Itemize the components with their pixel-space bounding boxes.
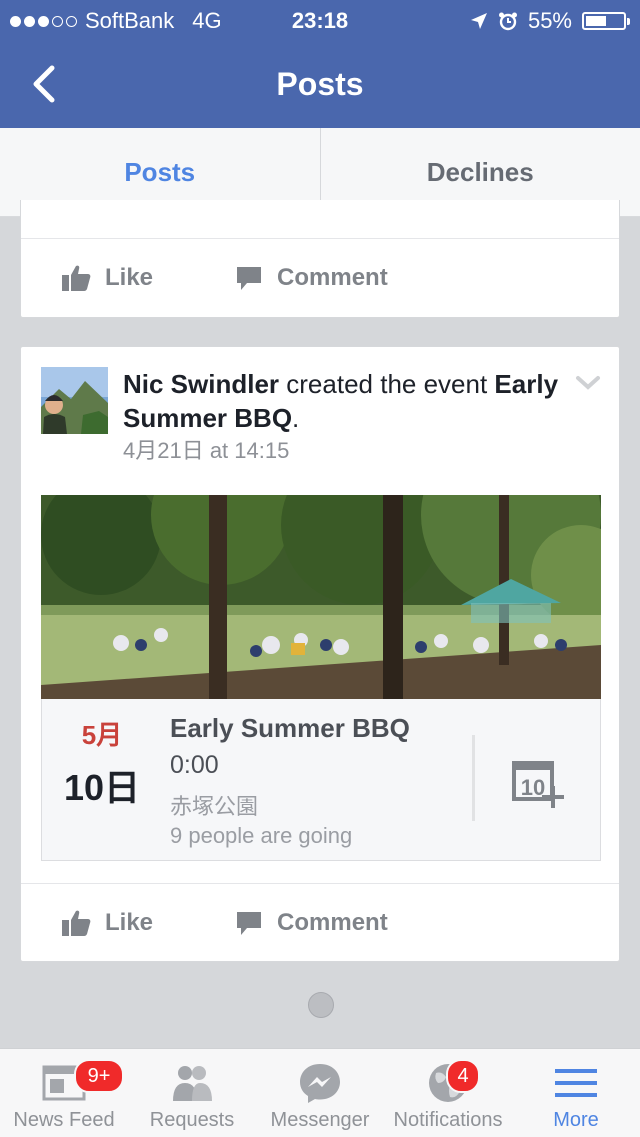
comment-label: Comment [277, 264, 388, 292]
tab-more[interactable]: More [512, 1049, 640, 1137]
chevron-down-icon[interactable] [575, 373, 601, 393]
tab-label: Messenger [271, 1109, 370, 1132]
tab-news-feed[interactable]: 9+ News Feed [0, 1049, 128, 1137]
bottom-tab-bar: 9+ News Feed Requests Messenger 4 Notifi… [0, 1048, 640, 1137]
battery-icon [582, 12, 626, 30]
post-verb: created the event [279, 369, 494, 399]
friend-requests-icon [170, 1061, 214, 1105]
news-feed-badge: 9+ [74, 1059, 124, 1093]
event-info-box[interactable]: 5月 10日 Early Summer BBQ 0:00 赤塚公園 9 peop… [41, 699, 601, 861]
like-button[interactable]: Like [61, 264, 153, 292]
comment-icon [235, 909, 263, 937]
like-label: Like [105, 909, 153, 937]
comment-label: Comment [277, 909, 388, 937]
profile-photo [41, 367, 108, 434]
post-card-previous: Like Comment [20, 200, 620, 318]
post-card-event: Nic Swindler created the event Early Sum… [20, 346, 620, 962]
park-bbq-photo [41, 495, 601, 699]
tab-notifications[interactable]: 4 Notifications [384, 1049, 512, 1137]
post-period: . [292, 403, 299, 433]
post-story: Nic Swindler created the event Early Sum… [123, 367, 563, 435]
like-label: Like [105, 264, 153, 292]
post-header: Nic Swindler created the event Early Sum… [21, 347, 619, 477]
event-title[interactable]: Early Summer BBQ [170, 713, 410, 744]
tab-label: More [553, 1109, 599, 1132]
messenger-icon [298, 1061, 342, 1105]
comment-icon [235, 264, 263, 292]
tab-label: News Feed [13, 1109, 114, 1132]
event-divider [472, 735, 475, 821]
event-going-count[interactable]: 9 people are going [170, 823, 352, 849]
tab-messenger[interactable]: Messenger [256, 1049, 384, 1137]
post-action-bar: Like Comment [21, 239, 388, 317]
author-name[interactable]: Nic Swindler [123, 369, 279, 399]
add-to-calendar-icon[interactable]: 10 [512, 759, 568, 811]
page-title: Posts [0, 66, 640, 103]
status-right: 55% [470, 8, 626, 34]
notifications-badge: 4 [446, 1059, 480, 1093]
battery-percent: 55% [528, 8, 572, 34]
loading-spinner [308, 992, 334, 1018]
battery-level [586, 16, 606, 26]
location-arrow-icon [470, 12, 488, 30]
like-button[interactable]: Like [61, 909, 153, 937]
alarm-clock-icon [498, 11, 518, 31]
status-bar: SoftBank 4G 23:18 55% [0, 0, 640, 40]
tab-requests[interactable]: Requests [128, 1049, 256, 1137]
event-cover-photo[interactable] [41, 495, 601, 699]
svg-text:10: 10 [521, 775, 545, 800]
comment-button[interactable]: Comment [235, 909, 388, 937]
comment-button[interactable]: Comment [235, 264, 388, 292]
post-action-bar: Like Comment [21, 883, 619, 962]
post-timestamp[interactable]: 4月21日 at 14:15 [123, 433, 289, 465]
avatar[interactable] [41, 367, 108, 434]
event-time: 0:00 [170, 751, 219, 780]
tab-label: Requests [150, 1109, 235, 1132]
thumbs-up-icon [61, 909, 91, 937]
thumbs-up-icon [61, 264, 91, 292]
tab-label: Notifications [394, 1109, 503, 1132]
navigation-bar: Posts [0, 40, 640, 128]
event-location: 赤塚公園 [170, 789, 258, 821]
event-day: 10日 [42, 759, 162, 811]
menu-icon [554, 1061, 598, 1105]
event-month: 5月 [42, 715, 162, 752]
